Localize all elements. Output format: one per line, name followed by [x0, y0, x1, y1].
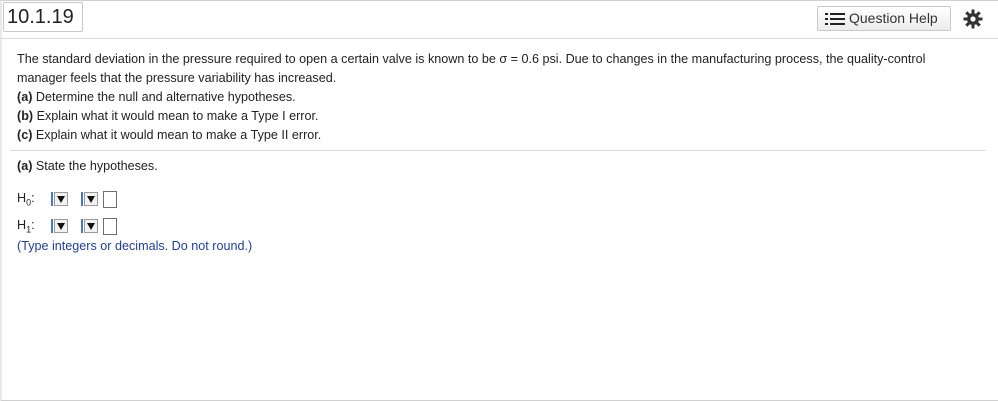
h1-row: H1:	[17, 217, 117, 235]
question-number: 10.1.19	[3, 2, 83, 32]
list-icon	[825, 12, 845, 25]
dropdown-arrow-icon	[57, 222, 65, 230]
dropdown-arrow-icon	[57, 195, 65, 203]
divider	[10, 150, 986, 151]
dropdown-arrow-icon	[87, 222, 95, 230]
input-instruction-note: (Type integers or decimals. Do not round…	[17, 239, 253, 253]
h1-value-input[interactable]	[103, 217, 117, 235]
h0-value-input[interactable]	[103, 190, 117, 208]
h0-label: H0:	[17, 190, 35, 208]
h0-relation-dropdown[interactable]	[81, 192, 100, 206]
h0-parameter-dropdown[interactable]	[51, 192, 70, 206]
h1-label: H1:	[17, 217, 35, 235]
state-hypotheses-prompt: (a) State the hypotheses.	[17, 159, 158, 173]
question-help-button[interactable]: Question Help	[817, 6, 951, 31]
question-help-label: Question Help	[849, 10, 938, 26]
h1-parameter-dropdown[interactable]	[51, 219, 70, 233]
h1-relation-dropdown[interactable]	[81, 219, 100, 233]
part-c: (c) Explain what it would mean to make a…	[17, 128, 322, 142]
part-b: (b) Explain what it would mean to make a…	[17, 109, 319, 123]
dropdown-arrow-icon	[87, 195, 95, 203]
gear-icon[interactable]	[963, 9, 983, 29]
question-text: The standard deviation in the pressure r…	[17, 50, 977, 145]
part-a: (a) Determine the null and alternative h…	[17, 90, 296, 104]
question-line-2: manager feels that the pressure variabil…	[17, 71, 337, 85]
h0-row: H0:	[17, 190, 117, 208]
header-bar: 10.1.19 Question Help	[0, 0, 998, 39]
question-line-1: The standard deviation in the pressure r…	[17, 52, 926, 66]
